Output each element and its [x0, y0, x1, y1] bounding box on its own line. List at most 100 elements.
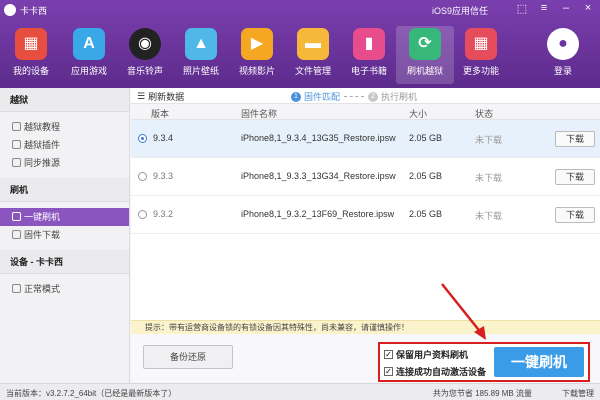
refresh-label: 刷新数据	[148, 92, 185, 102]
sidebar-item-jailbreak-plugins[interactable]: 越狱插件	[0, 136, 129, 154]
step-execute-flash: 2 执行刷机	[368, 90, 417, 103]
phone-icon	[12, 212, 21, 221]
table-row[interactable]: 9.3.2 iPhone8,1_9.3.2_13F69_Restore.ipsw…	[131, 196, 600, 234]
column-size: 大小	[409, 109, 428, 119]
row-size: 2.05 GB	[409, 209, 443, 219]
checkbox-checked-icon[interactable]: ✓	[384, 350, 393, 359]
document-icon	[12, 122, 21, 131]
sidebar-group-device: 设备 - 卡卡西	[0, 250, 129, 274]
row-status: 未下载	[475, 173, 503, 183]
row-firmware: iPhone8,1_9.3.4_13G35_Restore.ipsw	[241, 133, 396, 143]
table-row[interactable]: 9.3.4 iPhone8,1_9.3.4_13G35_Restore.ipsw…	[131, 120, 600, 158]
row-radio[interactable]	[138, 172, 147, 181]
table-header: 版本 固件名称 大小 状态	[131, 104, 600, 120]
sidebar-group-flash: 刷机	[0, 178, 129, 202]
tool-more[interactable]: ▦ 更多功能	[452, 26, 510, 84]
title-bar: 卡卡西 iOS9应用信任 ⬚ ≡ – ×	[0, 0, 600, 20]
row-size: 2.05 GB	[409, 133, 443, 143]
row-size: 2.05 GB	[409, 171, 443, 181]
data-saved-text: 共为您节省 185.89 MB 流量	[432, 389, 532, 398]
step-indicator: 1 固件匹配 2 执行刷机	[291, 90, 417, 103]
vinyl-icon: ◉	[129, 28, 161, 60]
row-version: 9.3.4	[153, 133, 174, 143]
tool-files[interactable]: ▬ 文件管理	[284, 26, 342, 84]
download-button[interactable]: 下载	[555, 131, 595, 147]
auto-activate-option[interactable]: ✓ 连接成功自动激活设备	[384, 365, 486, 378]
checkbox-checked-icon[interactable]: ✓	[384, 367, 393, 376]
backup-restore-button[interactable]: 备份还原	[143, 345, 233, 369]
tool-ebooks[interactable]: ▮ 电子书籍	[340, 26, 398, 84]
download-button[interactable]: 下载	[555, 169, 595, 185]
user-avatar-icon: ●	[547, 28, 579, 60]
tool-label: 音乐铃声	[126, 66, 163, 76]
close-icon[interactable]: ×	[580, 2, 596, 15]
tool-label: 照片壁纸	[182, 66, 219, 76]
step-divider	[344, 96, 365, 97]
ios-trust-link[interactable]: iOS9应用信任	[429, 4, 488, 17]
sidebar-item-label: 固件下载	[24, 230, 61, 240]
step-label: 执行刷机	[381, 92, 418, 102]
sidebar-item-label: 同步推源	[24, 158, 61, 168]
photo-icon: ▲	[185, 28, 217, 60]
step-firmware-match: 1 固件匹配	[291, 90, 340, 103]
sidebar: 越狱 越狱教程 越狱插件 同步推源 刷机 一键刷机 固件下载 设备 - 卡卡西 …	[0, 88, 130, 383]
refresh-icon: ☰	[137, 91, 146, 101]
login-button[interactable]: ● 登录	[534, 26, 592, 84]
store-icon: ▦	[15, 28, 47, 60]
skin-icon[interactable]: ⬚	[514, 2, 530, 15]
row-status: 未下载	[475, 211, 503, 221]
row-radio[interactable]	[138, 210, 147, 219]
tool-label: 文件管理	[294, 66, 331, 76]
app-store-icon: A	[73, 28, 105, 60]
app-title: 卡卡西	[20, 6, 48, 16]
panel-header: ☰ 刷新数据 1 固件匹配 2 执行刷机	[131, 88, 600, 104]
sidebar-item-label: 越狱教程	[24, 122, 61, 132]
tool-apps-games[interactable]: A 应用游戏	[60, 26, 118, 84]
sidebar-item-firmware-download[interactable]: 固件下载	[0, 226, 129, 244]
tool-videos[interactable]: ▶ 视频影片	[228, 26, 286, 84]
step-number: 2	[368, 91, 379, 102]
download-button[interactable]: 下载	[555, 207, 595, 223]
sidebar-item-label: 正常模式	[24, 284, 61, 294]
row-radio[interactable]	[138, 134, 147, 143]
minimize-icon[interactable]: –	[558, 2, 574, 15]
one-click-flash-button[interactable]: 一键刷机	[494, 347, 584, 377]
sidebar-item-sync-source[interactable]: 同步推源	[0, 154, 129, 172]
tool-photos[interactable]: ▲ 照片壁纸	[172, 26, 230, 84]
tool-flash-jailbreak[interactable]: ⟳ 刷机越狱	[396, 26, 454, 84]
keep-data-option[interactable]: ✓ 保留用户资料刷机	[384, 348, 468, 361]
sidebar-item-normal-mode[interactable]: 正常模式	[0, 280, 129, 298]
folder-icon: ▬	[297, 28, 329, 60]
row-status: 未下载	[475, 135, 503, 145]
login-label: 登录	[553, 66, 572, 76]
sync-icon	[12, 158, 21, 167]
tool-label: 我的设备	[12, 66, 49, 76]
grid-icon: ▦	[465, 28, 497, 60]
sidebar-group-jailbreak: 越狱	[0, 88, 129, 112]
refresh-circle-icon: ⟳	[409, 28, 441, 60]
download-icon	[12, 230, 21, 239]
column-firmware: 固件名称	[241, 109, 278, 119]
row-firmware: iPhone8,1_9.3.3_13G34_Restore.ipsw	[241, 171, 396, 181]
app-logo-icon	[4, 4, 16, 16]
refresh-button[interactable]: ☰ 刷新数据	[137, 90, 184, 103]
main-panel: ☰ 刷新数据 1 固件匹配 2 执行刷机 版本 固件名称 大小 状态 9.3.4…	[131, 88, 600, 383]
tool-label: 应用游戏	[70, 66, 107, 76]
step-label: 固件匹配	[304, 92, 341, 102]
sidebar-item-jailbreak-tutorial[interactable]: 越狱教程	[0, 118, 129, 136]
flash-options-box: ✓ 保留用户资料刷机 ✓ 连接成功自动激活设备 一键刷机	[378, 342, 590, 382]
step-number: 1	[291, 91, 301, 102]
tool-music[interactable]: ◉ 音乐铃声	[116, 26, 174, 84]
version-text: 当前版本：v3.2.7.2_64bit（已经是最新版本了）	[6, 389, 177, 398]
option-label: 保留用户资料刷机	[396, 350, 469, 360]
table-row[interactable]: 9.3.3 iPhone8,1_9.3.3_13G34_Restore.ipsw…	[131, 158, 600, 196]
option-label: 连接成功自动激活设备	[396, 367, 487, 377]
menu-icon[interactable]: ≡	[536, 2, 552, 15]
row-firmware: iPhone8,1_9.3.2_13F69_Restore.ipsw	[241, 209, 395, 219]
tool-my-device[interactable]: ▦ 我的设备	[2, 26, 60, 84]
column-version: 版本	[151, 109, 170, 119]
sidebar-item-one-click-flash[interactable]: 一键刷机	[0, 208, 129, 226]
window-controls: ⬚ ≡ – ×	[514, 2, 596, 15]
download-manager-link[interactable]: 下载管理	[562, 388, 594, 399]
status-bar: 当前版本：v3.2.7.2_64bit（已经是最新版本了） 共为您节省 185.…	[0, 383, 600, 400]
